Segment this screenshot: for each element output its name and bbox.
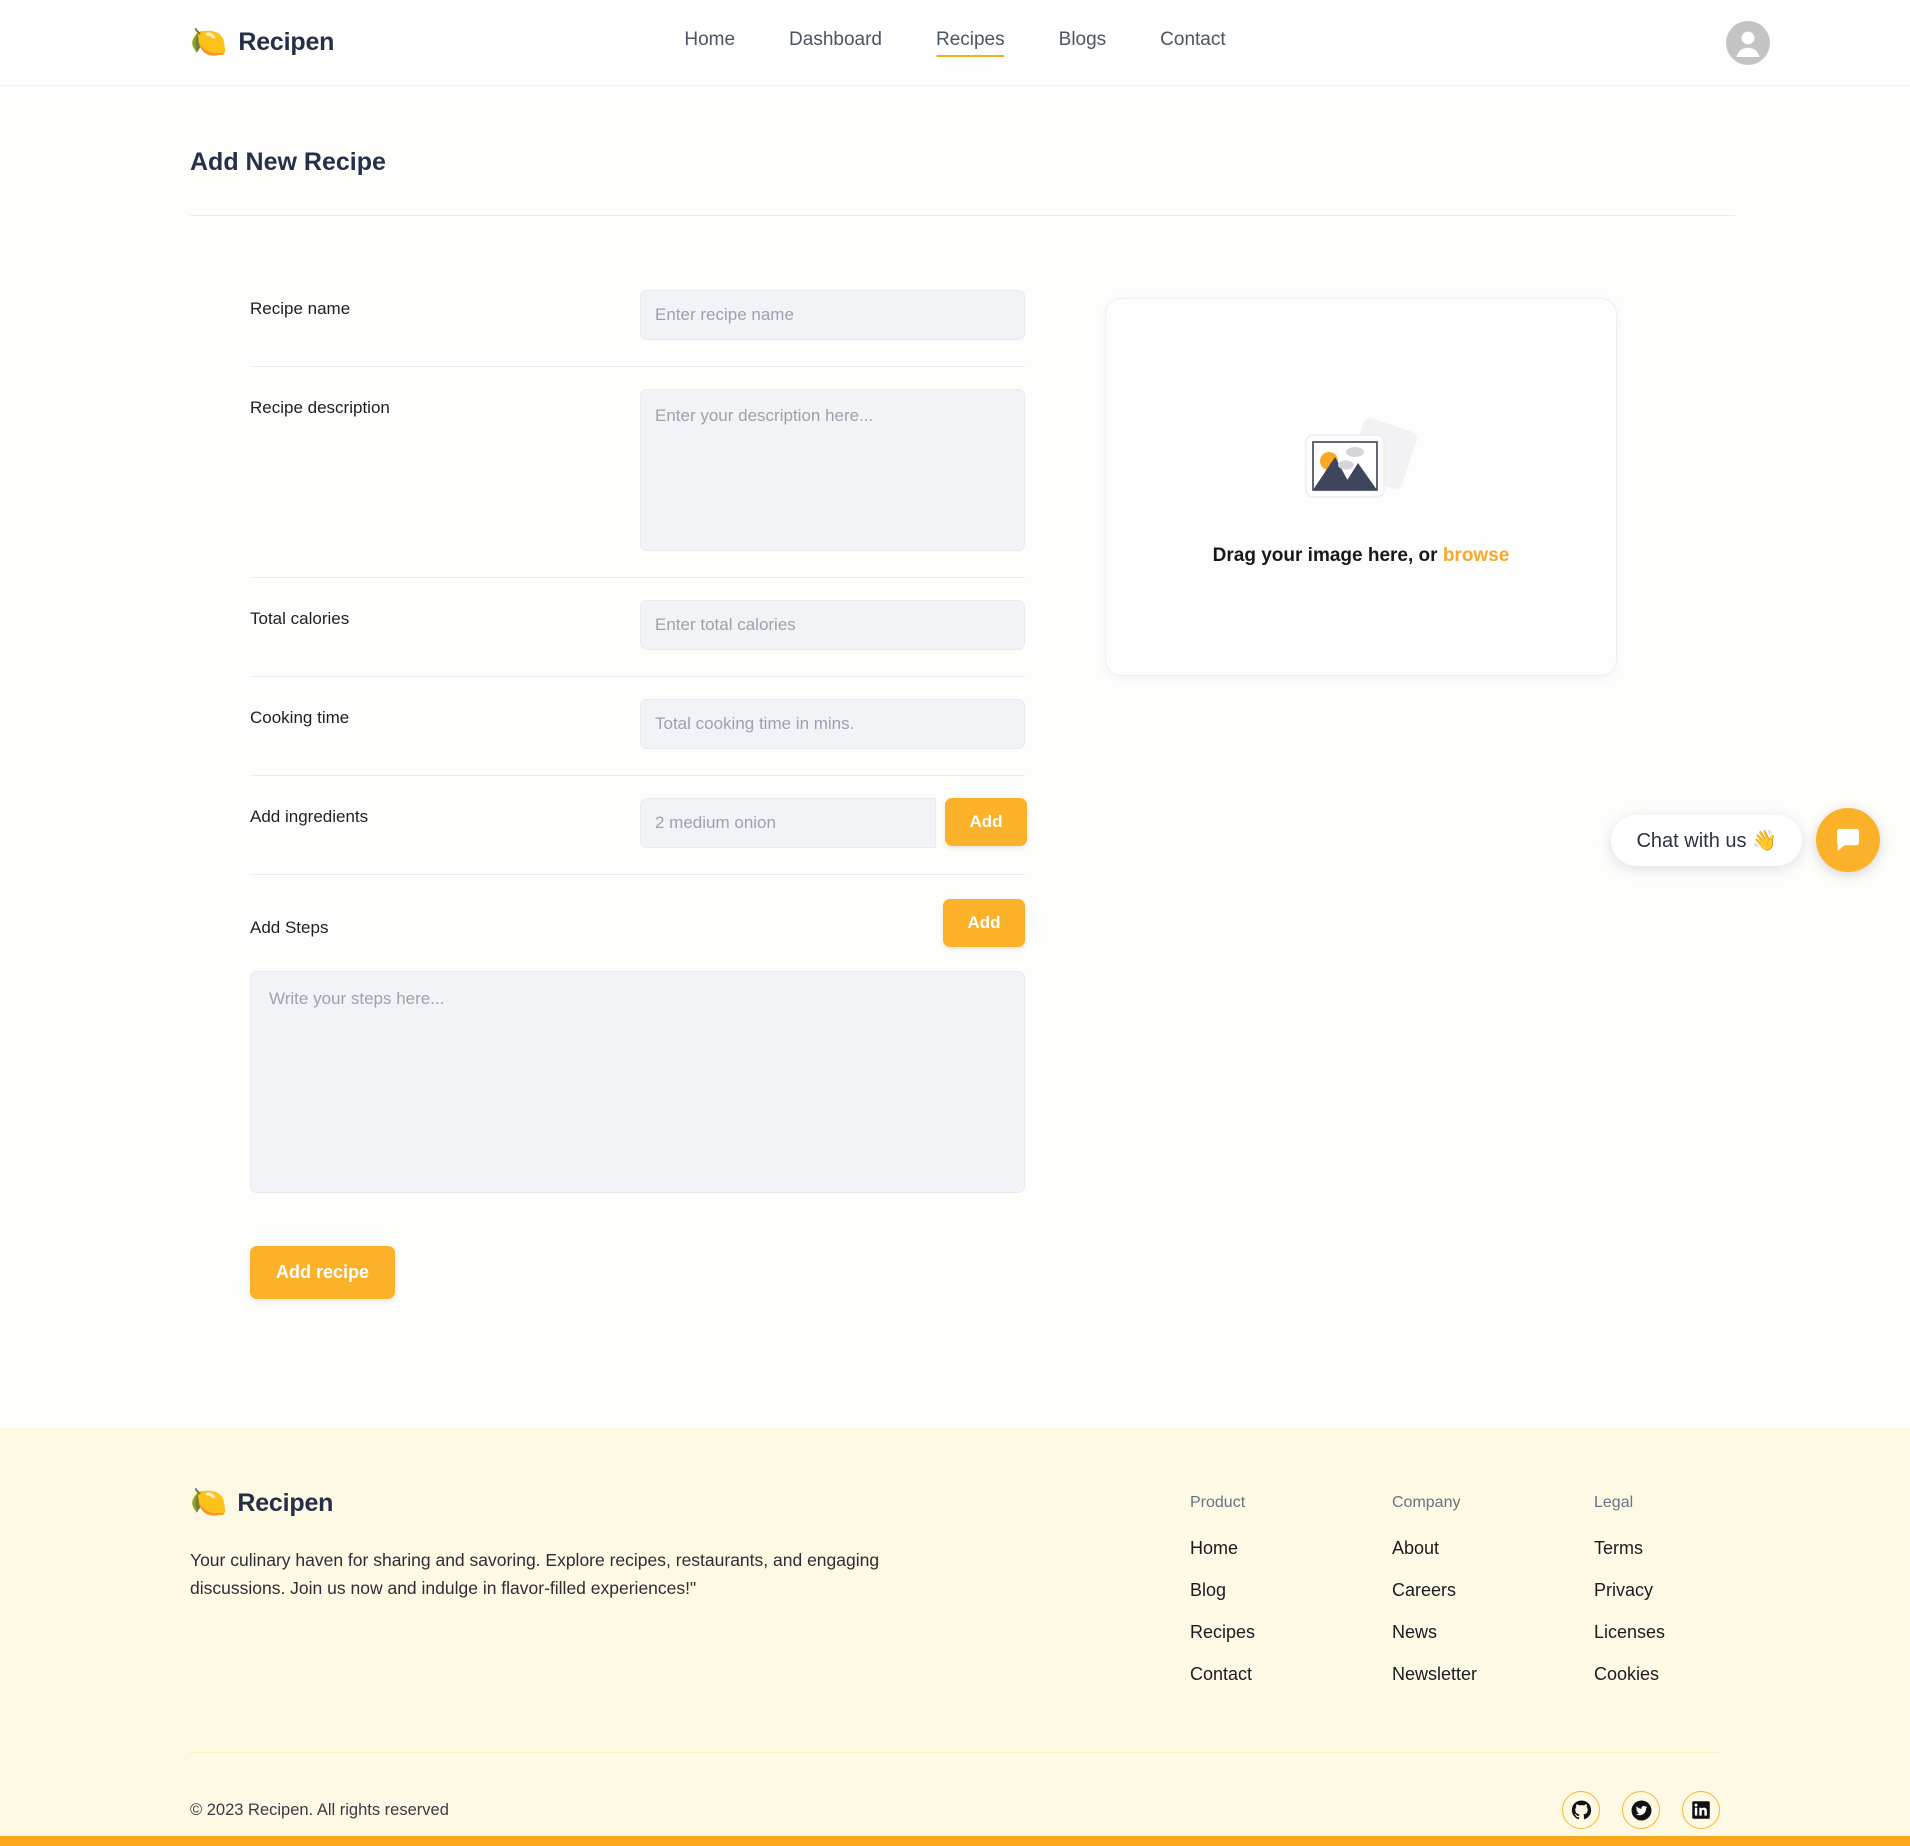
footer-link-product-blog[interactable]: Blog <box>1190 1580 1392 1601</box>
label-add-steps: Add Steps <box>250 917 329 937</box>
main-content: Add New Recipe Recipe name Recipe descri… <box>0 148 1910 1299</box>
footer-brand-name: Recipen <box>237 1488 334 1517</box>
page-title: Add New Recipe <box>190 148 386 176</box>
app-page: 🍋 Recipen Home Dashboard Recipes Blogs C… <box>0 0 1910 1846</box>
social-link-linkedin[interactable] <box>1682 1791 1720 1829</box>
footer-description: Your culinary haven for sharing and savo… <box>190 1550 880 1599</box>
form-row-recipe-description: Recipe description <box>250 367 1025 578</box>
upload-instruction: Drag your image here, or browse <box>1213 545 1510 567</box>
nav-item-dashboard[interactable]: Dashboard <box>789 29 882 56</box>
twitter-icon <box>1631 1800 1651 1820</box>
footer-link-company-about[interactable]: About <box>1392 1538 1594 1559</box>
footer-link-product-contact[interactable]: Contact <box>1190 1664 1392 1685</box>
chat-open-button[interactable] <box>1816 808 1880 872</box>
cooking-time-input[interactable] <box>640 699 1025 749</box>
footer-brand-column: 🍋 Recipen Your culinary haven for sharin… <box>190 1488 1190 1706</box>
social-link-twitter[interactable] <box>1622 1791 1660 1829</box>
label-recipe-description: Recipe description <box>250 398 390 417</box>
lemon-icon: 🍋 <box>190 25 228 59</box>
image-dropzone[interactable]: Drag your image here, or browse <box>1105 298 1617 676</box>
footer-link-company-newsletter[interactable]: Newsletter <box>1392 1664 1594 1685</box>
footer-link-legal-terms[interactable]: Terms <box>1594 1538 1665 1559</box>
chat-prompt-bubble[interactable]: Chat with us 👋 <box>1611 814 1802 866</box>
copyright-text: © 2023 Recipen. All rights reserved <box>190 1800 449 1819</box>
github-icon <box>1571 1799 1591 1819</box>
social-link-github[interactable] <box>1562 1791 1600 1829</box>
site-footer: 🍋 Recipen Your culinary haven for sharin… <box>0 1428 1910 1846</box>
nav-item-recipes[interactable]: Recipes <box>935 29 1005 57</box>
nav-item-home[interactable]: Home <box>684 29 735 56</box>
browse-link[interactable]: browse <box>1443 545 1510 566</box>
ingredient-input[interactable] <box>640 798 936 848</box>
title-divider <box>190 215 1735 216</box>
chat-widget: Chat with us 👋 <box>1611 808 1880 872</box>
label-cooking-time: Cooking time <box>250 708 350 727</box>
footer-column-company: Company About Careers News Newsletter <box>1392 1494 1594 1706</box>
footer-link-legal-licenses[interactable]: Licenses <box>1594 1622 1665 1643</box>
add-recipe-button[interactable]: Add recipe <box>250 1246 396 1299</box>
main-navigation: Home Dashboard Recipes Blogs Contact <box>684 29 1226 57</box>
recipe-description-input[interactable] <box>640 389 1025 551</box>
linkedin-icon <box>1692 1801 1710 1819</box>
nav-item-blogs[interactable]: Blogs <box>1059 29 1107 56</box>
steps-input[interactable] <box>250 971 1025 1193</box>
content-columns: Recipe name Recipe description Total cal… <box>190 268 1720 1299</box>
lemon-icon: 🍋 <box>190 1486 228 1519</box>
footer-link-product-recipes[interactable]: Recipes <box>1190 1622 1392 1643</box>
brand-name: Recipen <box>238 28 335 56</box>
upload-instruction-text: Drag your image here, or <box>1212 545 1443 566</box>
form-row-recipe-name: Recipe name <box>250 268 1025 367</box>
footer-column-title-product: Product <box>1190 1494 1246 1511</box>
footer-column-product: Product Home Blog Recipes Contact <box>1190 1494 1392 1706</box>
form-row-total-calories: Total calories <box>250 578 1025 677</box>
brand-logo[interactable]: 🍋 Recipen <box>190 25 335 59</box>
recipe-form: Recipe name Recipe description Total cal… <box>190 268 1027 1299</box>
footer-brand-logo[interactable]: 🍋 Recipen <box>190 1488 1190 1518</box>
footer-top: 🍋 Recipen Your culinary haven for sharin… <box>190 1428 1720 1706</box>
nav-item-contact[interactable]: Contact <box>1160 29 1225 56</box>
label-total-calories: Total calories <box>250 609 350 628</box>
recipe-name-input[interactable] <box>640 290 1025 340</box>
ingredient-input-group: Add <box>640 798 1027 848</box>
label-recipe-name: Recipe name <box>250 299 351 318</box>
footer-accent-bar <box>0 1836 1910 1846</box>
chat-bubble-icon <box>1837 828 1859 851</box>
form-row-add-ingredients: Add ingredients Add <box>250 776 1027 875</box>
social-links <box>1562 1791 1720 1829</box>
form-row-cooking-time: Cooking time <box>250 677 1025 776</box>
footer-link-legal-privacy[interactable]: Privacy <box>1594 1580 1665 1601</box>
footer-link-company-careers[interactable]: Careers <box>1392 1580 1594 1601</box>
avatar[interactable] <box>1726 20 1770 65</box>
footer-link-product-home[interactable]: Home <box>1190 1538 1392 1559</box>
footer-column-title-company: Company <box>1392 1494 1461 1511</box>
footer-bottom: © 2023 Recipen. All rights reserved <box>190 1753 1720 1829</box>
upload-column: Drag your image here, or browse <box>1010 268 1617 1299</box>
footer-column-title-legal: Legal <box>1594 1494 1634 1511</box>
footer-link-company-news[interactable]: News <box>1392 1622 1594 1643</box>
image-placeholder-icon <box>1296 407 1426 517</box>
footer-link-legal-cookies[interactable]: Cookies <box>1594 1664 1665 1685</box>
footer-column-legal: Legal Terms Privacy Licenses Cookies <box>1594 1494 1665 1706</box>
footer-link-columns: Product Home Blog Recipes Contact Compan… <box>1190 1488 1665 1706</box>
total-calories-input[interactable] <box>640 600 1025 650</box>
form-row-add-steps: Add Steps Add <box>250 875 1025 967</box>
site-header: 🍋 Recipen Home Dashboard Recipes Blogs C… <box>0 0 1910 86</box>
user-icon <box>1736 31 1760 57</box>
label-add-ingredients: Add ingredients <box>250 807 369 826</box>
